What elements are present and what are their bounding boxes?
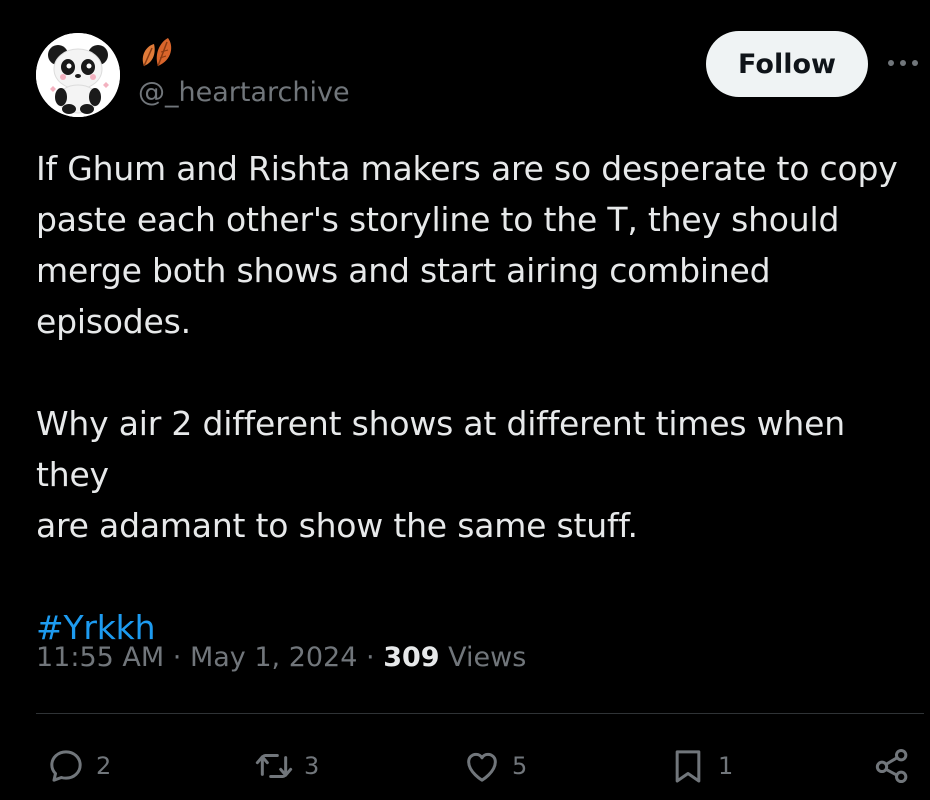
- author-handle[interactable]: @_heartarchive: [138, 76, 350, 110]
- like-button[interactable]: 5: [462, 740, 527, 792]
- tweet-meta: 11:55 AM · May 1, 2024 · 309 Views: [36, 636, 526, 680]
- repost-count: 3: [304, 752, 320, 780]
- tweet-time[interactable]: 11:55 AM: [36, 642, 164, 673]
- bookmark-icon: [675, 750, 701, 783]
- tweet-paragraph-1: If Ghum and Rishta makers are so despera…: [36, 149, 898, 341]
- meta-separator: ·: [366, 642, 375, 673]
- avatar[interactable]: [36, 33, 120, 117]
- divider: [36, 713, 924, 714]
- views-count: 309: [383, 642, 440, 673]
- bookmark-button[interactable]: 1: [668, 740, 733, 792]
- share-button[interactable]: [872, 740, 912, 792]
- action-bar: 2 3 5 1: [0, 740, 930, 792]
- repost-button[interactable]: 3: [254, 740, 319, 792]
- views-label: Views: [448, 642, 527, 673]
- more-horizontal-icon: [888, 60, 918, 66]
- bookmark-count: 1: [718, 752, 734, 780]
- meta-separator: ·: [172, 642, 182, 673]
- more-button[interactable]: [884, 48, 922, 78]
- reply-count: 2: [96, 752, 112, 780]
- tweet-date[interactable]: May 1, 2024: [190, 642, 357, 673]
- repost-icon: [255, 754, 293, 778]
- reply-button[interactable]: 2: [46, 740, 111, 792]
- like-count: 5: [512, 752, 528, 780]
- reply-icon: [50, 750, 82, 782]
- tweet-text: If Ghum and Rishta makers are so despera…: [36, 143, 926, 653]
- heart-icon: [467, 752, 497, 782]
- follow-button[interactable]: Follow: [706, 31, 868, 97]
- autumn-leaves-icon: [138, 36, 178, 72]
- tweet-detail: @_heartarchive Follow If Ghum and Rishta…: [0, 0, 930, 800]
- share-icon: [875, 749, 908, 783]
- tweet-paragraph-2: Why air 2 different shows at different t…: [36, 404, 845, 545]
- panda-avatar-icon: [36, 33, 120, 117]
